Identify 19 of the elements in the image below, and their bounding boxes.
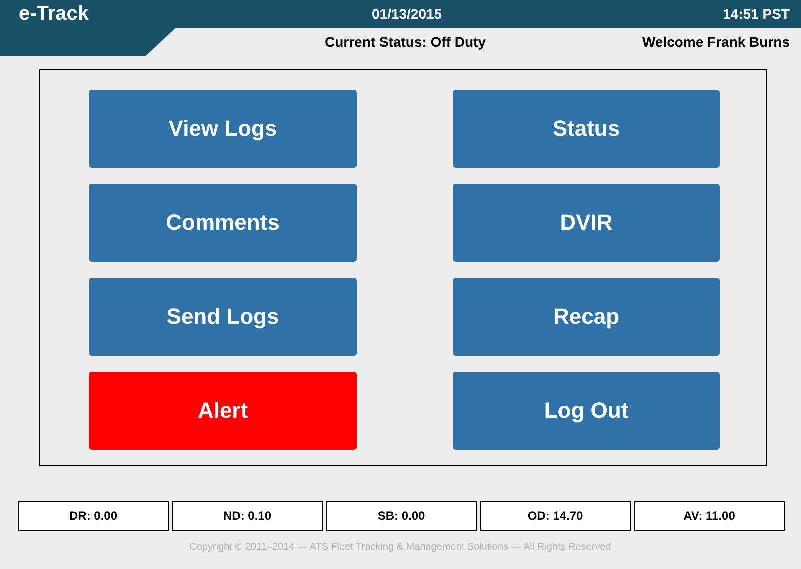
date-text: 01/13/2015	[372, 6, 442, 22]
menu-button[interactable]: Send Logs	[89, 278, 357, 356]
copyright-text: Copyright © 2011–2014 — ATS Fleet Tracking & Management Solutions — All Rights Reserved	[190, 542, 612, 553]
welcome-text: Welcome Frank Burns	[642, 34, 790, 50]
status-text: Current Status: Off Duty	[325, 34, 486, 50]
menu-button[interactable]: DVIR	[453, 184, 720, 262]
alert-button[interactable]: Alert	[89, 372, 357, 450]
hours-total: AV: 11.00	[634, 501, 785, 531]
hours-total: OD: 14.70	[480, 501, 631, 531]
hours-total: SB: 0.00	[326, 501, 477, 531]
hours-total: DR: 0.00	[18, 501, 169, 531]
menu-button[interactable]: Status	[453, 90, 720, 168]
menu-button[interactable]: Log Out	[453, 372, 720, 450]
app-name: e-Track	[19, 3, 90, 26]
menu-button[interactable]: Comments	[89, 184, 357, 262]
time-text: 14:51 PST	[723, 6, 790, 22]
hours-total: ND: 0.10	[172, 501, 323, 531]
menu-button[interactable]: Recap	[453, 278, 720, 356]
menu-button[interactable]: View Logs	[89, 90, 357, 168]
